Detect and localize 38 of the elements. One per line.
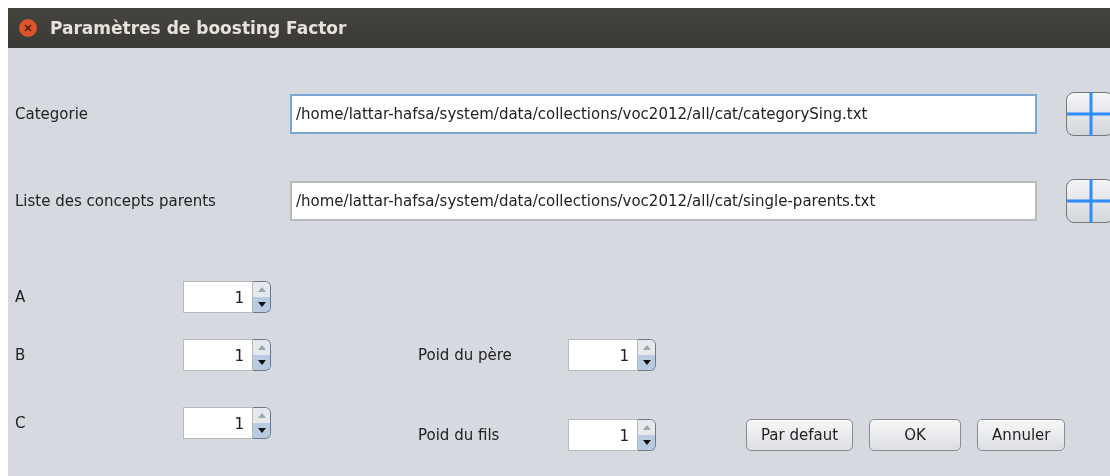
window-title: Paramètres de boosting Factor: [50, 18, 347, 38]
down-triangle-icon: [257, 360, 266, 365]
field-label: Liste des concepts parents: [15, 192, 216, 210]
spinner-label: A: [15, 288, 27, 306]
down-triangle-icon: [642, 360, 651, 365]
down-arrow-button[interactable]: [253, 355, 270, 370]
number-field[interactable]: 1: [183, 407, 253, 439]
down-triangle-icon: [257, 302, 266, 307]
add-button[interactable]: [1066, 92, 1110, 136]
down-arrow-button[interactable]: [638, 355, 655, 370]
spinner-label: Poid du fils: [418, 426, 501, 444]
down-triangle-icon: [642, 440, 651, 445]
path-field[interactable]: /home/lattar-hafsa/system/data/collections/voc2012/all/cat/categorySing.txt: [290, 94, 1037, 134]
path-field[interactable]: /home/lattar-hafsa/system/data/collections/voc2012/all/cat/single-parents.txt: [290, 181, 1037, 221]
number-field[interactable]: 1: [183, 281, 253, 313]
field-label: Categorie: [15, 105, 89, 123]
plus-icon: [1067, 92, 1110, 136]
down-arrow-button[interactable]: [253, 297, 270, 312]
spinner-label: C: [15, 414, 27, 432]
down-arrow-button[interactable]: [638, 435, 655, 450]
up-triangle-icon: [257, 413, 266, 418]
add-button[interactable]: [1066, 179, 1110, 223]
up-triangle-icon: [257, 345, 266, 350]
spinner-label: B: [15, 346, 27, 364]
close-icon[interactable]: [18, 18, 38, 38]
number-field[interactable]: 1: [183, 339, 253, 371]
up-triangle-icon: [257, 287, 266, 292]
dialog-button[interactable]: Annuler: [977, 419, 1066, 451]
down-arrow-button[interactable]: [253, 423, 270, 438]
dialog-button[interactable]: OK: [869, 419, 962, 451]
dialog-button[interactable]: Par defaut: [746, 419, 854, 451]
up-triangle-icon: [642, 345, 651, 350]
number-field[interactable]: 1: [568, 419, 638, 451]
down-triangle-icon: [257, 428, 266, 433]
spinner-label: Poid du père: [418, 346, 513, 364]
plus-icon: [1067, 179, 1110, 223]
number-field[interactable]: 1: [568, 339, 638, 371]
up-triangle-icon: [642, 425, 651, 430]
